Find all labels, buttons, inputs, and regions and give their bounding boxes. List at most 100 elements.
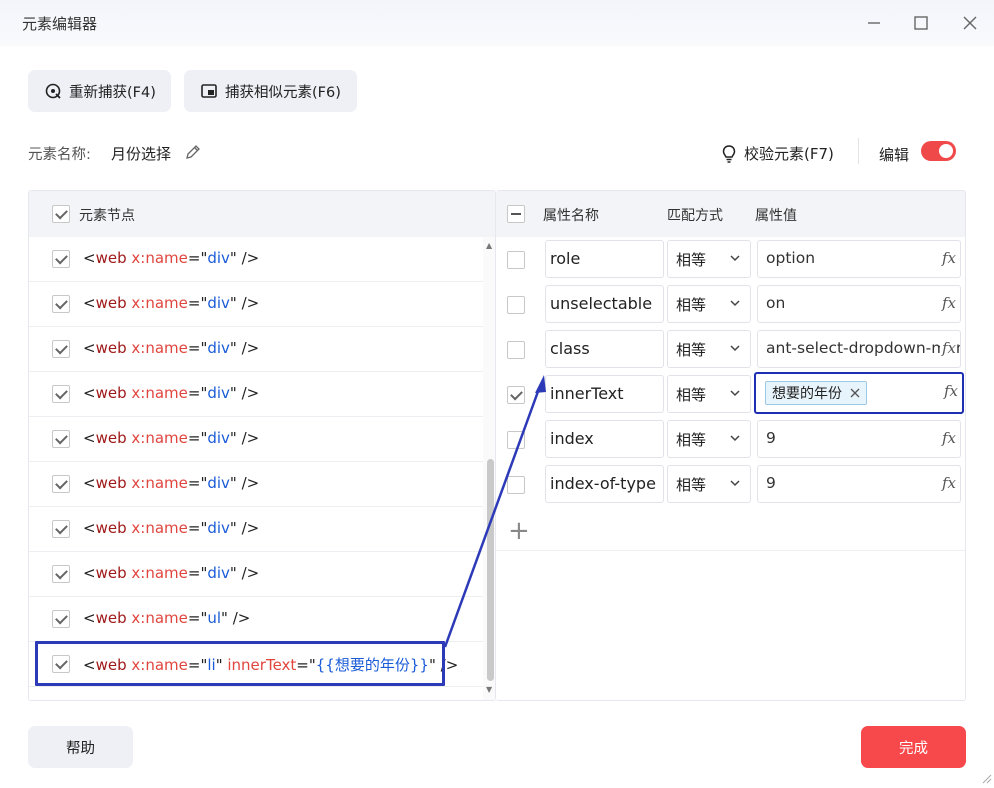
match-mode-select[interactable]: 相等	[667, 285, 751, 323]
edit-toggle[interactable]	[921, 141, 956, 161]
attr-value-field[interactable]: option fx	[757, 240, 961, 278]
attr-value-field[interactable]: on fx	[757, 285, 961, 323]
node-attr-name: x:name	[131, 519, 188, 537]
minimize-icon	[868, 22, 880, 24]
col-attr-value: 属性值	[755, 208, 797, 224]
node-row[interactable]: <web x:name="div" />	[29, 282, 483, 327]
attr-value-text: on	[766, 294, 786, 312]
title-bar: 元素编辑器	[0, 0, 994, 46]
node-text: <web x:name="li" innerText="{{想要的年份}}" /…	[83, 656, 459, 674]
scroll-down-icon[interactable]: ▼	[486, 685, 492, 694]
attr-value-field[interactable]: ant-select-dropdown-menu-itemfx	[757, 330, 961, 368]
node-checkbox[interactable]	[52, 295, 70, 313]
close-icon[interactable]	[850, 388, 860, 398]
match-mode-select[interactable]: 相等	[667, 330, 751, 368]
verify-element-button[interactable]: 校验元素(F7)	[720, 143, 834, 164]
node-attr-value: div	[207, 384, 230, 402]
add-attribute-button[interactable]: +	[508, 518, 530, 544]
help-button[interactable]: 帮助	[28, 726, 133, 768]
function-icon[interactable]: fx	[939, 429, 956, 447]
node-tag: web	[95, 294, 127, 312]
verify-element-label: 校验元素(F7)	[744, 145, 834, 163]
node-checkbox[interactable]	[52, 610, 70, 628]
attr-name-field[interactable]: role	[545, 240, 664, 278]
maximize-button[interactable]	[910, 12, 932, 34]
node-checkbox[interactable]	[52, 565, 70, 583]
match-mode-select[interactable]: 相等	[667, 240, 751, 278]
node-checkbox[interactable]	[52, 430, 70, 448]
node-row[interactable]: <web x:name="div" />	[29, 327, 483, 372]
node-row[interactable]: <web x:name="div" />	[29, 417, 483, 462]
attr-checkbox[interactable]	[507, 296, 525, 314]
attr-checkbox[interactable]	[507, 431, 525, 449]
function-icon[interactable]: fx	[939, 294, 956, 312]
attr-value-field[interactable]: 9 fx	[757, 465, 961, 503]
attr-name-field[interactable]: class	[545, 330, 664, 368]
function-icon[interactable]: fx	[939, 249, 956, 267]
node-row[interactable]: <web x:name="div" />	[29, 462, 483, 507]
match-mode-select[interactable]: 相等	[667, 420, 751, 458]
attr-value-field[interactable]: 想要的年份 fx	[754, 372, 964, 414]
select-all-attrs-checkbox[interactable]	[507, 205, 525, 223]
node-checkbox[interactable]	[52, 475, 70, 493]
node-checkbox[interactable]	[52, 520, 70, 538]
node-tag: web	[95, 656, 127, 674]
attr-name-field[interactable]: index-of-type	[545, 465, 664, 503]
attr-value-field[interactable]: 9 fx	[757, 420, 961, 458]
pencil-icon[interactable]	[184, 143, 202, 161]
node-row[interactable]: <web x:name="div" />	[29, 237, 483, 282]
node-attr-value: div	[207, 249, 230, 267]
node-attr-value: ul	[207, 609, 222, 627]
node-row[interactable]: <web x:name="div" />	[29, 552, 483, 597]
attr-checkbox[interactable]	[507, 386, 525, 404]
attr-checkbox[interactable]	[507, 251, 525, 269]
node-row[interactable]: <web x:name="ul" />	[29, 597, 483, 642]
match-mode-select[interactable]: 相等	[667, 375, 751, 413]
node-checkbox[interactable]	[52, 655, 70, 673]
attribute-row: innerText 相等 想要的年份 fx	[496, 372, 965, 417]
scroll-thumb[interactable]	[487, 459, 494, 681]
node-row[interactable]: <web x:name="div" />	[29, 507, 483, 552]
chevron-down-icon	[730, 390, 740, 397]
node-checkbox[interactable]	[52, 385, 70, 403]
capture-similar-button[interactable]: 捕获相似元素(F6)	[184, 70, 357, 112]
element-nodes-header-label: 元素节点	[79, 208, 135, 224]
attr-checkbox[interactable]	[507, 476, 525, 494]
node-extra-attr-name: innerText	[227, 656, 297, 674]
node-row[interactable]: <web x:name="div" />	[29, 372, 483, 417]
divider	[858, 138, 859, 164]
attributes-header: 属性名称 匹配方式 属性值	[496, 191, 965, 237]
node-checkbox[interactable]	[52, 250, 70, 268]
node-list-scrollbar[interactable]: ▲ ▼	[483, 237, 495, 700]
select-all-nodes-checkbox[interactable]	[52, 205, 70, 223]
attr-checkbox[interactable]	[507, 341, 525, 359]
function-icon[interactable]: fx	[939, 474, 956, 492]
function-icon[interactable]: fx	[939, 339, 956, 357]
node-attr-name: x:name	[131, 474, 188, 492]
attr-name-field[interactable]: unselectable	[545, 285, 664, 323]
node-attr-name: x:name	[131, 249, 188, 267]
done-button[interactable]: 完成	[861, 726, 966, 768]
element-name-label: 元素名称:	[28, 147, 91, 163]
recapture-icon	[45, 83, 61, 99]
match-mode-select[interactable]: 相等	[667, 465, 751, 503]
attr-name-field[interactable]: index	[545, 420, 664, 458]
edit-label: 编辑	[879, 146, 910, 164]
maximize-icon	[914, 16, 928, 30]
attr-name-field[interactable]: innerText	[545, 375, 664, 413]
minimize-button[interactable]	[863, 12, 885, 34]
attribute-row: role 相等 option fx	[496, 237, 965, 282]
col-attr-name: 属性名称	[543, 208, 599, 224]
match-mode-value: 相等	[676, 476, 707, 494]
scroll-up-icon[interactable]: ▲	[486, 241, 492, 250]
close-button[interactable]	[959, 12, 981, 34]
function-icon[interactable]: fx	[941, 382, 958, 400]
node-checkbox[interactable]	[52, 340, 70, 358]
resize-grip-icon[interactable]	[980, 772, 992, 784]
node-text: <web x:name="div" />	[83, 249, 260, 267]
node-row[interactable]: <web x:name="li" innerText="{{想要的年份}}" /…	[29, 642, 483, 687]
node-attr-name: x:name	[131, 609, 188, 627]
recapture-button[interactable]: 重新捕获(F4)	[28, 70, 171, 112]
node-attr-value: div	[207, 519, 230, 537]
node-tag: web	[95, 564, 127, 582]
